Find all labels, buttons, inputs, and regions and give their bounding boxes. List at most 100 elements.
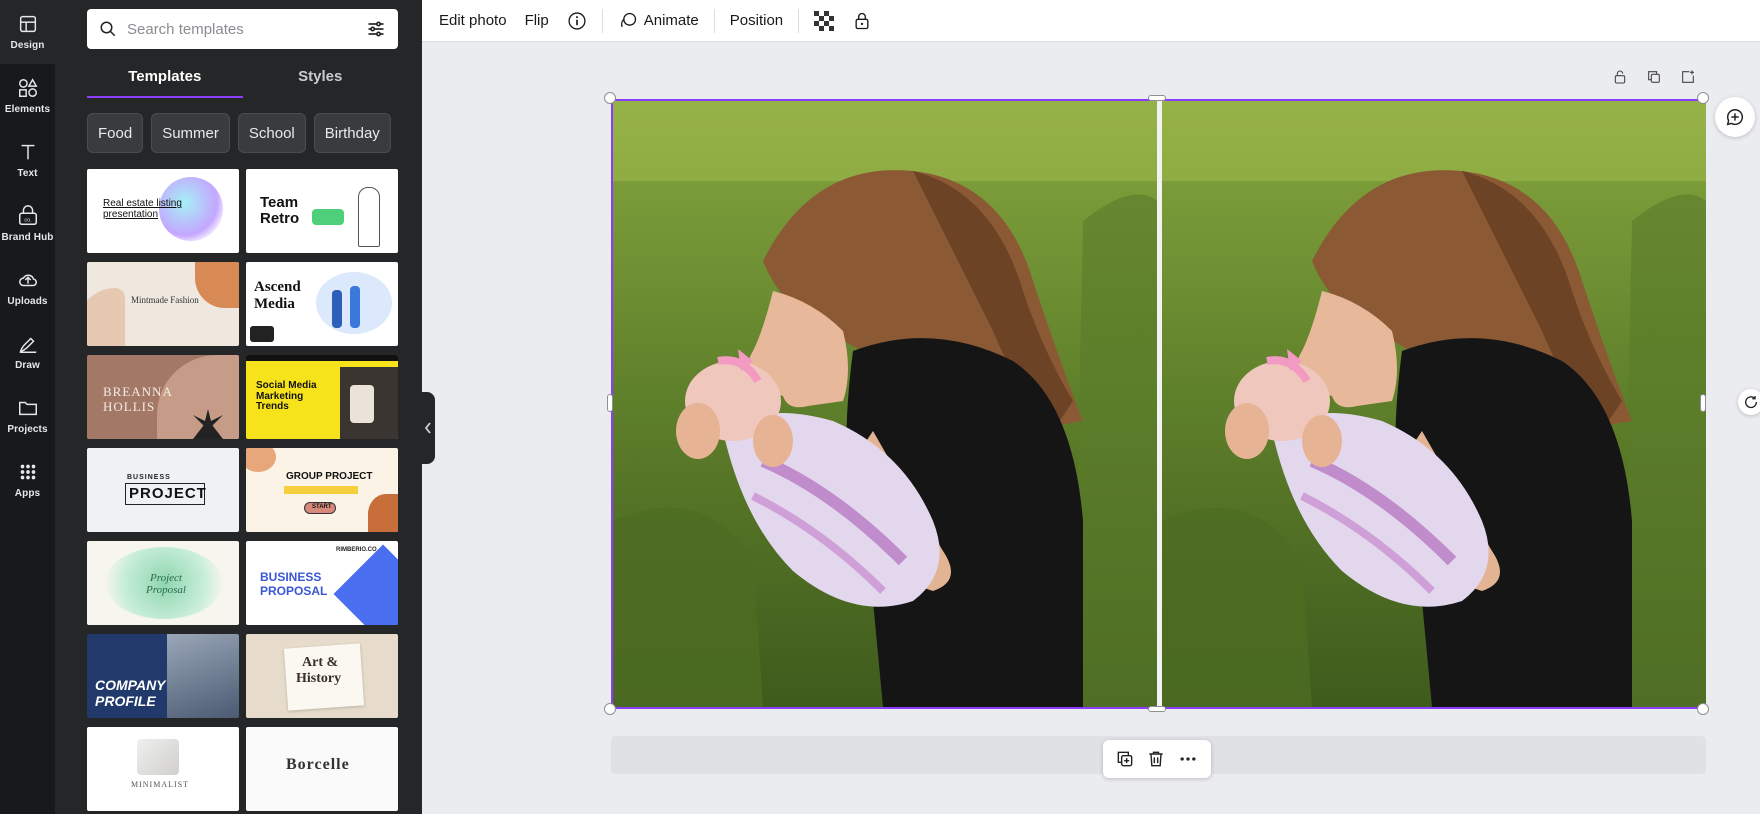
svg-text:co.: co.: [24, 218, 32, 224]
template-card[interactable]: MINIMALIST: [87, 727, 239, 811]
transparency-checker-icon: [814, 10, 835, 31]
template-card[interactable]: RIMBERIO.CO BUSINESS PROPOSAL: [246, 541, 398, 625]
add-page-icon[interactable]: [1680, 68, 1696, 86]
animate-icon: [620, 12, 636, 27]
rail-projects[interactable]: Projects: [0, 384, 55, 448]
template-title: Ascend: [254, 279, 301, 295]
rail-label: Brand Hub: [1, 232, 54, 243]
rail-label: Elements: [4, 104, 51, 115]
template-title: BUSINESS: [260, 570, 322, 584]
template-card[interactable]: Social Media Marketing Trends: [246, 355, 398, 439]
transparency-button[interactable]: [805, 0, 843, 42]
context-toolbar: Edit photo Flip Animate Position: [422, 0, 1760, 42]
duplicate-icon[interactable]: [1115, 749, 1135, 769]
rail-design[interactable]: Design: [0, 0, 55, 64]
template-card[interactable]: Borcelle: [246, 727, 398, 811]
template-card[interactable]: Mintmade Fashion: [87, 262, 239, 346]
chevron-left-icon: [424, 422, 431, 434]
folder-icon: [18, 401, 37, 416]
edit-photo-button[interactable]: Edit photo: [430, 0, 516, 42]
template-card[interactable]: Team Retro: [246, 169, 398, 253]
template-card[interactable]: Art & History: [246, 634, 398, 718]
lock-page-icon[interactable]: [1612, 68, 1628, 86]
mother-baby-photo: [1162, 101, 1706, 707]
add-comment-button[interactable]: [1715, 97, 1755, 137]
comment-add-icon: [1726, 109, 1744, 126]
resize-handle-top[interactable]: [1148, 95, 1166, 101]
animate-button[interactable]: Animate: [609, 0, 708, 42]
template-title: HOLLIS: [103, 399, 156, 414]
template-title: Mintmade Fashion: [131, 295, 199, 305]
template-title: MINIMALIST: [131, 780, 189, 789]
template-title: GROUP PROJECT: [286, 471, 373, 482]
chip-summer[interactable]: Summer: [151, 113, 230, 153]
template-card[interactable]: GROUP PROJECT START: [246, 448, 398, 532]
rail-uploads[interactable]: Uploads: [0, 256, 55, 320]
template-card[interactable]: BREANNA HOLLIS: [87, 355, 239, 439]
template-card[interactable]: Project Proposal: [87, 541, 239, 625]
template-card[interactable]: COMPANY PROFILE: [87, 634, 239, 718]
template-title: Team: [260, 194, 299, 211]
search-icon: [100, 21, 116, 37]
template-title: PROPOSAL: [260, 584, 328, 598]
layout-icon: [19, 15, 36, 33]
toolbar-divider: [798, 8, 800, 33]
template-title: Project Proposal: [146, 572, 186, 596]
chip-birthday[interactable]: Birthday: [313, 113, 391, 153]
rail-label: Design: [10, 40, 45, 51]
rail-text[interactable]: Text: [0, 128, 55, 192]
duplicate-page-icon[interactable]: [1646, 68, 1662, 86]
template-title: History: [296, 671, 342, 686]
category-chips: Food Summer School Birthday: [87, 113, 398, 153]
filter-sliders-icon[interactable]: [366, 19, 386, 39]
resize-handle-bl[interactable]: [604, 703, 616, 715]
template-card[interactable]: Ascend Media: [246, 262, 398, 346]
photo-right[interactable]: [1162, 101, 1706, 707]
template-title: Social Media Marketing Trends: [256, 380, 317, 412]
template-title: Art &: [302, 655, 339, 670]
search-box[interactable]: [87, 9, 398, 49]
design-page[interactable]: [611, 99, 1706, 709]
trash-icon[interactable]: [1146, 749, 1166, 769]
rail-label: Projects: [7, 424, 48, 435]
template-card[interactable]: Real estate listing presentation: [87, 169, 239, 253]
template-title: PROFILE: [95, 693, 156, 709]
tab-styles[interactable]: Styles: [243, 60, 399, 98]
tab-templates[interactable]: Templates: [87, 60, 243, 98]
rotate-button[interactable]: [1738, 389, 1760, 415]
resize-handle-left[interactable]: [607, 394, 613, 412]
template-title: BUSINESS: [127, 474, 171, 481]
rail-apps[interactable]: Apps: [0, 448, 55, 512]
chip-school[interactable]: School: [237, 113, 306, 153]
chip-food[interactable]: Food: [87, 113, 144, 153]
info-button[interactable]: [558, 0, 596, 42]
toolbar-divider: [601, 8, 603, 33]
rail-elements[interactable]: Elements: [0, 64, 55, 128]
template-button-label: START: [312, 504, 332, 510]
animate-label: Animate: [643, 12, 699, 29]
resize-handle-right[interactable]: [1700, 394, 1706, 412]
more-options-icon[interactable]: [1177, 749, 1199, 769]
lock-icon: [855, 12, 869, 29]
text-icon: [21, 144, 34, 160]
resize-handle-br[interactable]: [1697, 703, 1709, 715]
resize-handle-bottom[interactable]: [1148, 706, 1166, 712]
mother-baby-photo: [613, 101, 1157, 707]
template-title: Retro: [260, 210, 300, 227]
photo-left[interactable]: [613, 101, 1157, 707]
template-card[interactable]: BUSINESS PROJECT: [87, 448, 239, 532]
flip-button[interactable]: Flip: [516, 0, 558, 42]
page-tools: [1612, 68, 1696, 86]
panel-collapse-handle[interactable]: [421, 392, 435, 464]
rail-draw[interactable]: Draw: [0, 320, 55, 384]
search-input[interactable]: [127, 20, 366, 38]
resize-handle-tr[interactable]: [1697, 92, 1709, 104]
resize-handle-tl[interactable]: [604, 92, 616, 104]
template-title: PROJECT: [129, 485, 207, 502]
lock-button[interactable]: [843, 0, 881, 42]
brand-icon: co.: [18, 205, 37, 225]
template-title: Borcelle: [286, 756, 350, 773]
position-button[interactable]: Position: [721, 0, 792, 42]
rail-brand-hub[interactable]: co. Brand Hub: [0, 192, 55, 256]
panel-tabs: Templates Styles: [87, 60, 398, 98]
